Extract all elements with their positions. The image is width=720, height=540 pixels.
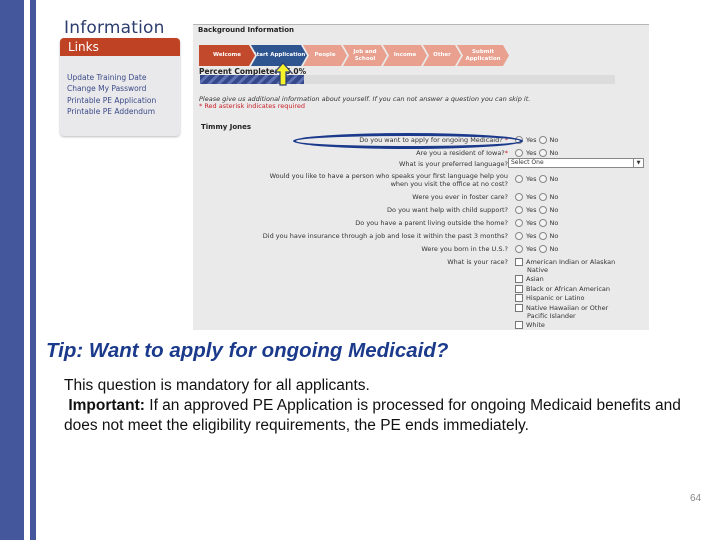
radio-no[interactable]: [538, 193, 547, 201]
race-option-black: Black or African American: [515, 285, 610, 294]
question-iowa-resident: Are you a resident of Iowa?*: [416, 149, 508, 157]
tip-important: Important: If an approved PE Application…: [64, 397, 681, 434]
checkbox[interactable]: [515, 294, 523, 302]
application-form-panel: Background Information Welcome Start App…: [193, 24, 649, 330]
left-accent-stripe: [30, 0, 36, 540]
checkbox[interactable]: [515, 275, 523, 283]
pointer-arrow-icon: [274, 62, 292, 86]
preferred-language-select[interactable]: Select One ▼: [508, 158, 644, 168]
links-panel: Links Update Training Date Change My Pas…: [60, 38, 180, 136]
radio-no[interactable]: [538, 245, 547, 253]
race-option-asian: Asian: [515, 275, 544, 284]
checkbox[interactable]: [515, 304, 523, 312]
radio-yes[interactable]: [515, 232, 523, 240]
information-title: Information: [64, 18, 165, 38]
step-submit-application[interactable]: Submit Application: [457, 45, 509, 66]
radio-yes[interactable]: [515, 219, 523, 227]
section-title: Background Information: [198, 26, 295, 34]
radio-yes[interactable]: [515, 149, 523, 157]
radio-no[interactable]: [538, 206, 547, 214]
question-born-in-us: Were you born in the U.S.?: [421, 245, 508, 253]
radio-yes[interactable]: [515, 206, 523, 214]
race-option-white: White: [515, 321, 545, 330]
links-list: Update Training Date Change My Password …: [67, 72, 156, 117]
link-change-password[interactable]: Change My Password: [67, 83, 156, 94]
race-option-native-hawaiian: Native Hawaiian or Other Pacific Islander: [515, 304, 608, 320]
tip-line-mandatory: This question is mandatory for all appli…: [64, 377, 370, 394]
question-interpreter: Would you like to have a person who spea…: [269, 172, 508, 188]
question-preferred-language: What is your preferred language?: [398, 160, 508, 168]
applicant-name: Timmy Jones: [201, 123, 252, 131]
race-option-hispanic: Hispanic or Latino: [515, 294, 585, 303]
chevron-down-icon[interactable]: ▼: [633, 159, 643, 167]
race-option-american-indian: American Indian or Alaskan Native: [515, 258, 615, 274]
link-update-training-date[interactable]: Update Training Date: [67, 72, 156, 83]
step-welcome[interactable]: Welcome: [199, 45, 255, 66]
question-parent-outside-home: Do you have a parent living outside the …: [355, 219, 508, 227]
left-color-band: [0, 0, 24, 540]
radio-no[interactable]: [538, 149, 547, 157]
answer-parent-outside-home: Yes No: [515, 219, 558, 227]
answer-lost-insurance: Yes No: [515, 232, 558, 240]
checkbox[interactable]: [515, 285, 523, 293]
highlight-ellipse: [293, 133, 523, 149]
answer-interpreter: Yes No: [515, 175, 558, 183]
answer-born-in-us: Yes No: [515, 245, 558, 253]
radio-no[interactable]: [538, 136, 547, 144]
question-lost-insurance: Did you have insurance through a job and…: [262, 232, 508, 240]
radio-yes[interactable]: [515, 245, 523, 253]
tip-body: This question is mandatory for all appli…: [64, 376, 684, 436]
links-header: Links: [60, 38, 180, 56]
question-race: What is your race?: [447, 258, 508, 266]
radio-yes[interactable]: [515, 175, 523, 183]
page-number: 64: [690, 493, 702, 504]
answer-child-support: Yes No: [515, 206, 558, 214]
progress-bar: [200, 75, 615, 84]
answer-iowa-resident: Yes No: [515, 149, 558, 157]
step-job-and-school[interactable]: Job and School: [343, 45, 387, 66]
step-income[interactable]: Income: [383, 45, 427, 66]
checkbox[interactable]: [515, 321, 523, 329]
step-people[interactable]: People: [303, 45, 347, 66]
link-printable-pe-application[interactable]: Printable PE Application: [67, 95, 156, 106]
tip-title: Tip: Want to apply for ongoing Medicaid?: [46, 339, 449, 362]
link-printable-pe-addendum[interactable]: Printable PE Addendum: [67, 106, 156, 117]
radio-no[interactable]: [538, 232, 547, 240]
important-label: Important:: [68, 397, 145, 414]
radio-no[interactable]: [538, 175, 547, 183]
step-other[interactable]: Other: [423, 45, 461, 66]
question-foster-care: Were you ever in foster care?: [412, 193, 508, 201]
required-note: * Red asterisk indicates required: [199, 102, 305, 110]
answer-foster-care: Yes No: [515, 193, 558, 201]
radio-no[interactable]: [538, 219, 547, 227]
radio-yes[interactable]: [515, 193, 523, 201]
checkbox[interactable]: [515, 258, 523, 266]
question-child-support: Do you want help with child support?: [387, 206, 508, 214]
